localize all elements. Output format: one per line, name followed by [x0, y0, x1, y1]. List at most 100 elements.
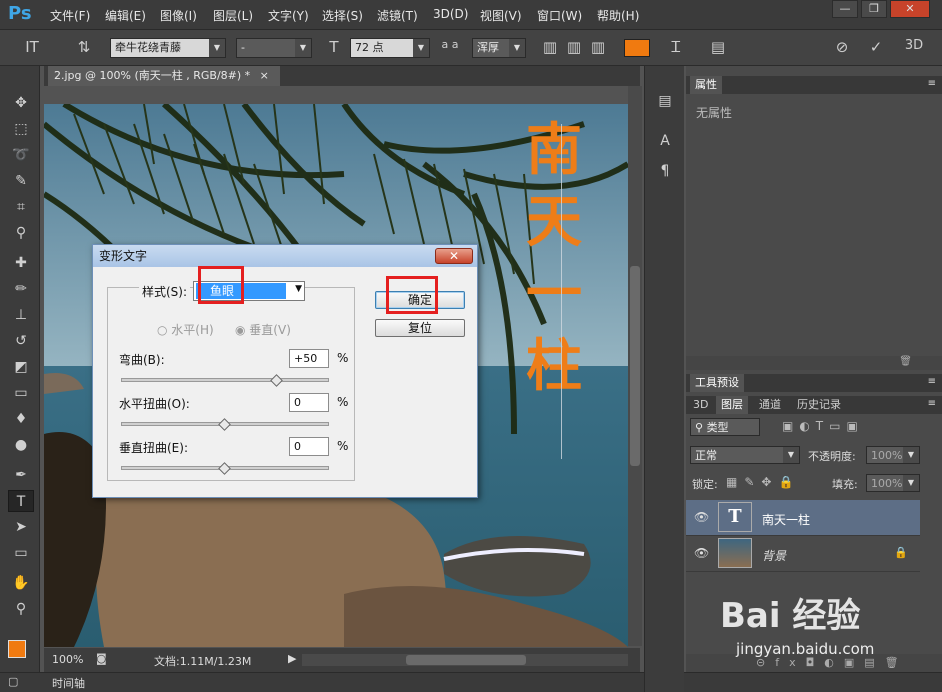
move-tool-icon[interactable]: ✥ [8, 92, 34, 114]
menu-file[interactable]: 文件(F) [50, 7, 90, 24]
rectangle-tool-icon[interactable]: ▭ [8, 542, 34, 564]
paragraph-panel-icon[interactable]: ¶ [652, 160, 678, 182]
timeline-icon[interactable]: ▢ [8, 675, 18, 688]
tab-properties[interactable]: 属性 [690, 76, 722, 94]
zoom-level[interactable]: 100% [52, 653, 83, 666]
tab-tool-presets[interactable]: 工具预设 [690, 374, 744, 392]
dodge-tool-icon[interactable]: ● [8, 434, 34, 456]
foreground-color-swatch[interactable] [8, 640, 26, 658]
minimize-button[interactable]: — [832, 0, 858, 18]
lasso-tool-icon[interactable]: ➰ [8, 144, 34, 166]
layer-name[interactable]: 背景 [762, 547, 786, 564]
zoom-tool-icon[interactable]: ⚲ [8, 598, 34, 620]
menu-filter[interactable]: 滤镜(T) [377, 7, 418, 24]
document-tab[interactable]: 2.jpg @ 100% (南天一柱 , RGB/8#) * × [48, 66, 280, 86]
cancel-icon[interactable]: ⊘ [832, 38, 852, 56]
status-icon[interactable]: ◙ [96, 652, 107, 665]
font-style-select[interactable]: - ▼ [236, 38, 312, 58]
vertical-radio[interactable]: ◉ 垂直(V) [235, 321, 291, 338]
path-selection-tool-icon[interactable]: ➤ [8, 516, 34, 538]
status-menu-arrow-icon[interactable]: ▶ [288, 652, 296, 665]
warp-text-icon[interactable]: Ꮖ [666, 38, 686, 56]
window-close-button[interactable]: ✕ [890, 0, 930, 18]
tab-channels[interactable]: 通道 [754, 396, 786, 414]
layer-filter-kind-select[interactable]: ⚲ 类型 [690, 418, 760, 436]
layer-row[interactable]: 👁 T 南天一柱 [686, 500, 920, 536]
menu-edit[interactable]: 编辑(E) [105, 7, 146, 24]
scrollbar-thumb[interactable] [406, 655, 526, 665]
status-bar: 100% ◙ 文档:1.11M/1.23M ▶ [44, 648, 640, 672]
opacity-input[interactable]: 100% ▼ [866, 446, 920, 464]
menu-layer[interactable]: 图层(L) [213, 7, 253, 24]
healing-brush-tool-icon[interactable]: ✚ [8, 252, 34, 274]
clone-stamp-tool-icon[interactable]: ⊥ [8, 304, 34, 326]
visibility-eye-icon[interactable]: 👁 [694, 510, 709, 524]
opacity-label: 不透明度: [808, 450, 856, 463]
align-center-icon[interactable]: ▥ [564, 38, 584, 56]
text-color-swatch[interactable] [624, 39, 650, 57]
lock-icons[interactable]: ▦✎✥🔒 [726, 475, 800, 489]
scrollbar-thumb[interactable] [630, 266, 640, 466]
font-size-select[interactable]: 72 点 ▼ [350, 38, 430, 58]
horizontal-distortion-input[interactable]: 0 [289, 393, 329, 412]
history-brush-tool-icon[interactable]: ↺ [8, 330, 34, 352]
menu-window[interactable]: 窗口(W) [537, 7, 582, 24]
restore-button[interactable]: ❐ [861, 0, 887, 18]
blur-tool-icon[interactable]: ♦ [8, 408, 34, 430]
visibility-eye-icon[interactable]: 👁 [694, 546, 709, 560]
bend-input[interactable]: +50 [289, 349, 329, 368]
tab-history[interactable]: 历史记录 [792, 396, 846, 414]
character-panel-icon[interactable]: ▤ [708, 38, 728, 56]
reset-button[interactable]: 复位 [375, 319, 465, 337]
tab-layers[interactable]: 图层 [716, 396, 748, 414]
commit-icon[interactable]: ✓ [866, 38, 886, 56]
menu-help[interactable]: 帮助(H) [597, 7, 639, 24]
horizontal-scrollbar[interactable] [302, 654, 628, 666]
panel-menu-icon[interactable]: ≡ [928, 376, 936, 387]
text-orientation-icon[interactable]: ⇅ [74, 38, 94, 56]
menu-select[interactable]: 选择(S) [322, 7, 363, 24]
layer-filter-icons[interactable]: ▣◐T▭▣ [782, 419, 864, 433]
warped-text-layer[interactable]: 南 天 一 柱 [514, 114, 594, 402]
marquee-tool-icon[interactable]: ⬚ [8, 118, 34, 140]
bend-slider[interactable] [121, 378, 329, 382]
gradient-tool-icon[interactable]: ▭ [8, 382, 34, 404]
blend-mode-select[interactable]: 正常 ▼ [690, 446, 800, 464]
type-tool-preset-icon[interactable]: IT [22, 38, 42, 56]
timeline-tab[interactable]: 时间轴 [52, 675, 85, 691]
menu-3d[interactable]: 3D(D) [433, 7, 468, 21]
panel-menu-icon[interactable]: ≡ [928, 398, 936, 409]
3d-button[interactable]: 3D [904, 38, 924, 53]
character-panel-icon[interactable]: A [652, 130, 678, 152]
close-tab-icon[interactable]: × [260, 69, 269, 82]
tab-3d[interactable]: 3D [688, 396, 713, 414]
chevron-down-icon: ▼ [295, 39, 311, 57]
quick-select-tool-icon[interactable]: ✎ [8, 170, 34, 192]
layer-name[interactable]: 南天一柱 [762, 511, 810, 528]
history-panel-icon[interactable]: ▤ [652, 90, 678, 112]
hand-tool-icon[interactable]: ✋ [8, 572, 34, 594]
fill-input[interactable]: 100% ▼ [866, 474, 920, 492]
vertical-distortion-input[interactable]: 0 [289, 437, 329, 456]
trash-icon[interactable]: 🗑 [899, 356, 912, 367]
menu-view[interactable]: 视图(V) [480, 7, 522, 24]
menu-image[interactable]: 图像(I) [160, 7, 197, 24]
pen-tool-icon[interactable]: ✒ [8, 464, 34, 486]
antialias-select[interactable]: 浑厚 ▼ [472, 38, 526, 58]
panel-menu-icon[interactable]: ≡ [928, 78, 936, 89]
dialog-close-button[interactable]: ✕ [435, 248, 473, 264]
toolbox: ✥ ⬚ ➰ ✎ ⌗ ⚲ ✚ ✏ ⊥ ↺ ◩ ▭ ♦ ● ✒ T ➤ ▭ ✋ ⚲ … [0, 66, 40, 692]
vertical-scrollbar[interactable] [628, 86, 642, 646]
crop-tool-icon[interactable]: ⌗ [8, 196, 34, 218]
menu-type[interactable]: 文字(Y) [268, 7, 309, 24]
align-right-icon[interactable]: ▥ [588, 38, 608, 56]
brush-tool-icon[interactable]: ✏ [8, 278, 34, 300]
layer-row[interactable]: 👁 背景 🔒 [686, 536, 920, 572]
eyedropper-tool-icon[interactable]: ⚲ [8, 222, 34, 244]
type-tool-icon[interactable]: T [8, 490, 34, 512]
font-family-select[interactable]: 牵牛花绕青藤 ▼ [110, 38, 226, 58]
eraser-tool-icon[interactable]: ◩ [8, 356, 34, 378]
align-left-icon[interactable]: ▥ [540, 38, 560, 56]
horizontal-radio[interactable]: ○ 水平(H) [157, 321, 214, 338]
chevron-down-icon: ▼ [295, 284, 302, 294]
